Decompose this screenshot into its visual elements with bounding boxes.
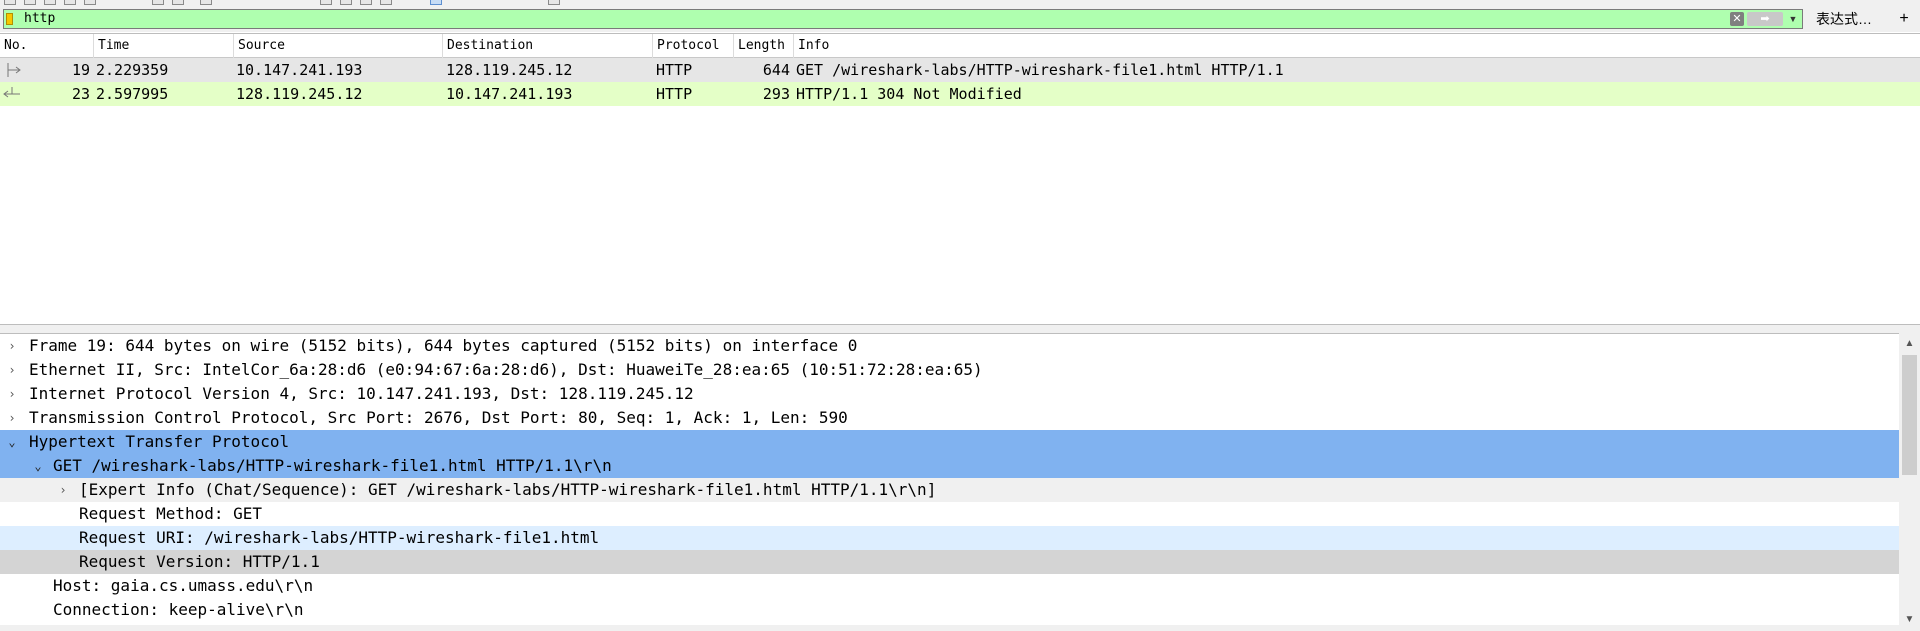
packet-destination: 10.147.241.193: [446, 85, 573, 103]
chevron-right-icon[interactable]: ›: [5, 382, 19, 406]
clear-icon[interactable]: ✕: [1730, 12, 1744, 26]
toolbar-icon[interactable]: [4, 0, 16, 5]
details-scrollbar[interactable]: ▲ ▼: [1899, 333, 1920, 631]
packet-row[interactable]: 23 2.597995 128.119.245.12 10.147.241.19…: [0, 82, 1920, 106]
chevron-right-icon[interactable]: ›: [5, 406, 19, 430]
tree-item-request-version[interactable]: Request Version: HTTP/1.1: [0, 550, 1899, 574]
toolbar-icon[interactable]: [44, 0, 56, 5]
tree-item-http-request-line[interactable]: ⌄ GET /wireshark-labs/HTTP-wireshark-fil…: [0, 454, 1899, 478]
packet-no: 23: [71, 85, 90, 103]
packet-length: 293: [762, 85, 790, 103]
chevron-down-icon[interactable]: ⌄: [5, 430, 19, 454]
expression-button[interactable]: 表达式…: [1812, 9, 1890, 29]
toolbar-icon[interactable]: [24, 0, 36, 5]
toolbar-icon[interactable]: [200, 0, 212, 5]
arrow-right-icon[interactable]: ➡: [1747, 12, 1783, 26]
tree-item-connection[interactable]: Connection: keep-alive\r\n: [0, 598, 1899, 622]
tree-item-frame[interactable]: › Frame 19: 644 bytes on wire (5152 bits…: [0, 334, 1899, 358]
toolbar-icon[interactable]: [380, 0, 392, 5]
column-header-length[interactable]: Length: [734, 34, 794, 58]
response-arrow-icon: [3, 87, 20, 98]
toolbar-icon[interactable]: [548, 0, 560, 5]
packet-length: 644: [762, 61, 790, 79]
column-header-destination[interactable]: Destination: [443, 34, 653, 58]
toolbar-icon[interactable]: [152, 0, 164, 5]
toolbar-icon[interactable]: [320, 0, 332, 5]
column-header-source[interactable]: Source: [234, 34, 443, 58]
display-filter-value[interactable]: http: [24, 11, 55, 27]
packet-details-tree[interactable]: › Frame 19: 644 bytes on wire (5152 bits…: [0, 333, 1920, 631]
chevron-right-icon[interactable]: ›: [56, 478, 70, 502]
toolbar-icon[interactable]: [340, 0, 352, 5]
packet-source: 128.119.245.12: [236, 85, 363, 103]
tree-item-ethernet[interactable]: › Ethernet II, Src: IntelCor_6a:28:d6 (e…: [0, 358, 1899, 382]
chevron-right-icon[interactable]: ›: [5, 358, 19, 382]
status-bar-edge: [0, 625, 1920, 631]
packet-time: 2.597995: [96, 85, 169, 103]
column-header-time[interactable]: Time: [94, 34, 234, 58]
toolbar-icon[interactable]: [430, 0, 442, 5]
toolbar-icon[interactable]: [360, 0, 372, 5]
packet-info: GET /wireshark-labs/HTTP-wireshark-file1…: [796, 61, 1284, 79]
tree-item-tcp[interactable]: › Transmission Control Protocol, Src Por…: [0, 406, 1899, 430]
main-toolbar: [0, 0, 1920, 7]
toolbar-icon[interactable]: [172, 0, 184, 5]
column-header-info[interactable]: Info: [794, 34, 1920, 58]
packet-list[interactable]: No. Time Source Destination Protocol Len…: [0, 33, 1920, 325]
packet-info: HTTP/1.1 304 Not Modified: [796, 85, 1022, 103]
request-arrow-icon: [7, 63, 21, 77]
chevron-down-icon[interactable]: ⌄: [31, 454, 45, 478]
display-filter-input[interactable]: http ✕ ➡ ▼: [3, 9, 1803, 29]
toolbar-icon[interactable]: [84, 0, 96, 5]
tree-item-host[interactable]: Host: gaia.cs.umass.edu\r\n: [0, 574, 1899, 598]
pane-splitter[interactable]: [0, 325, 1920, 333]
packet-protocol: HTTP: [656, 61, 693, 79]
scroll-up-icon[interactable]: ▲: [1899, 335, 1920, 353]
column-header-no[interactable]: No.: [0, 34, 94, 58]
bookmark-icon[interactable]: [6, 13, 13, 25]
packet-list-header: No. Time Source Destination Protocol Len…: [0, 34, 1920, 58]
toolbar-icon[interactable]: [64, 0, 76, 5]
column-header-protocol[interactable]: Protocol: [653, 34, 734, 58]
tree-item-request-uri[interactable]: Request URI: /wireshark-labs/HTTP-wiresh…: [0, 526, 1899, 550]
tree-item-http[interactable]: ⌄ Hypertext Transfer Protocol: [0, 430, 1899, 454]
scrollbar-thumb[interactable]: [1902, 355, 1917, 475]
tree-item-expert-info[interactable]: › [Expert Info (Chat/Sequence): GET /wir…: [0, 478, 1899, 502]
packet-no: 19: [71, 61, 90, 79]
packet-protocol: HTTP: [656, 85, 693, 103]
packet-row[interactable]: 19 2.229359 10.147.241.193 128.119.245.1…: [0, 58, 1920, 82]
packet-source: 10.147.241.193: [236, 61, 363, 79]
packet-time: 2.229359: [96, 61, 169, 79]
packet-destination: 128.119.245.12: [446, 61, 573, 79]
tree-item-request-method[interactable]: Request Method: GET: [0, 502, 1899, 526]
chevron-down-icon[interactable]: ▼: [1787, 12, 1799, 26]
display-filter-toolbar: http ✕ ➡ ▼ 表达式… +: [0, 7, 1920, 32]
chevron-right-icon[interactable]: ›: [5, 334, 19, 358]
tree-item-ipv4[interactable]: › Internet Protocol Version 4, Src: 10.1…: [0, 382, 1899, 406]
add-filter-button[interactable]: +: [1894, 9, 1914, 29]
